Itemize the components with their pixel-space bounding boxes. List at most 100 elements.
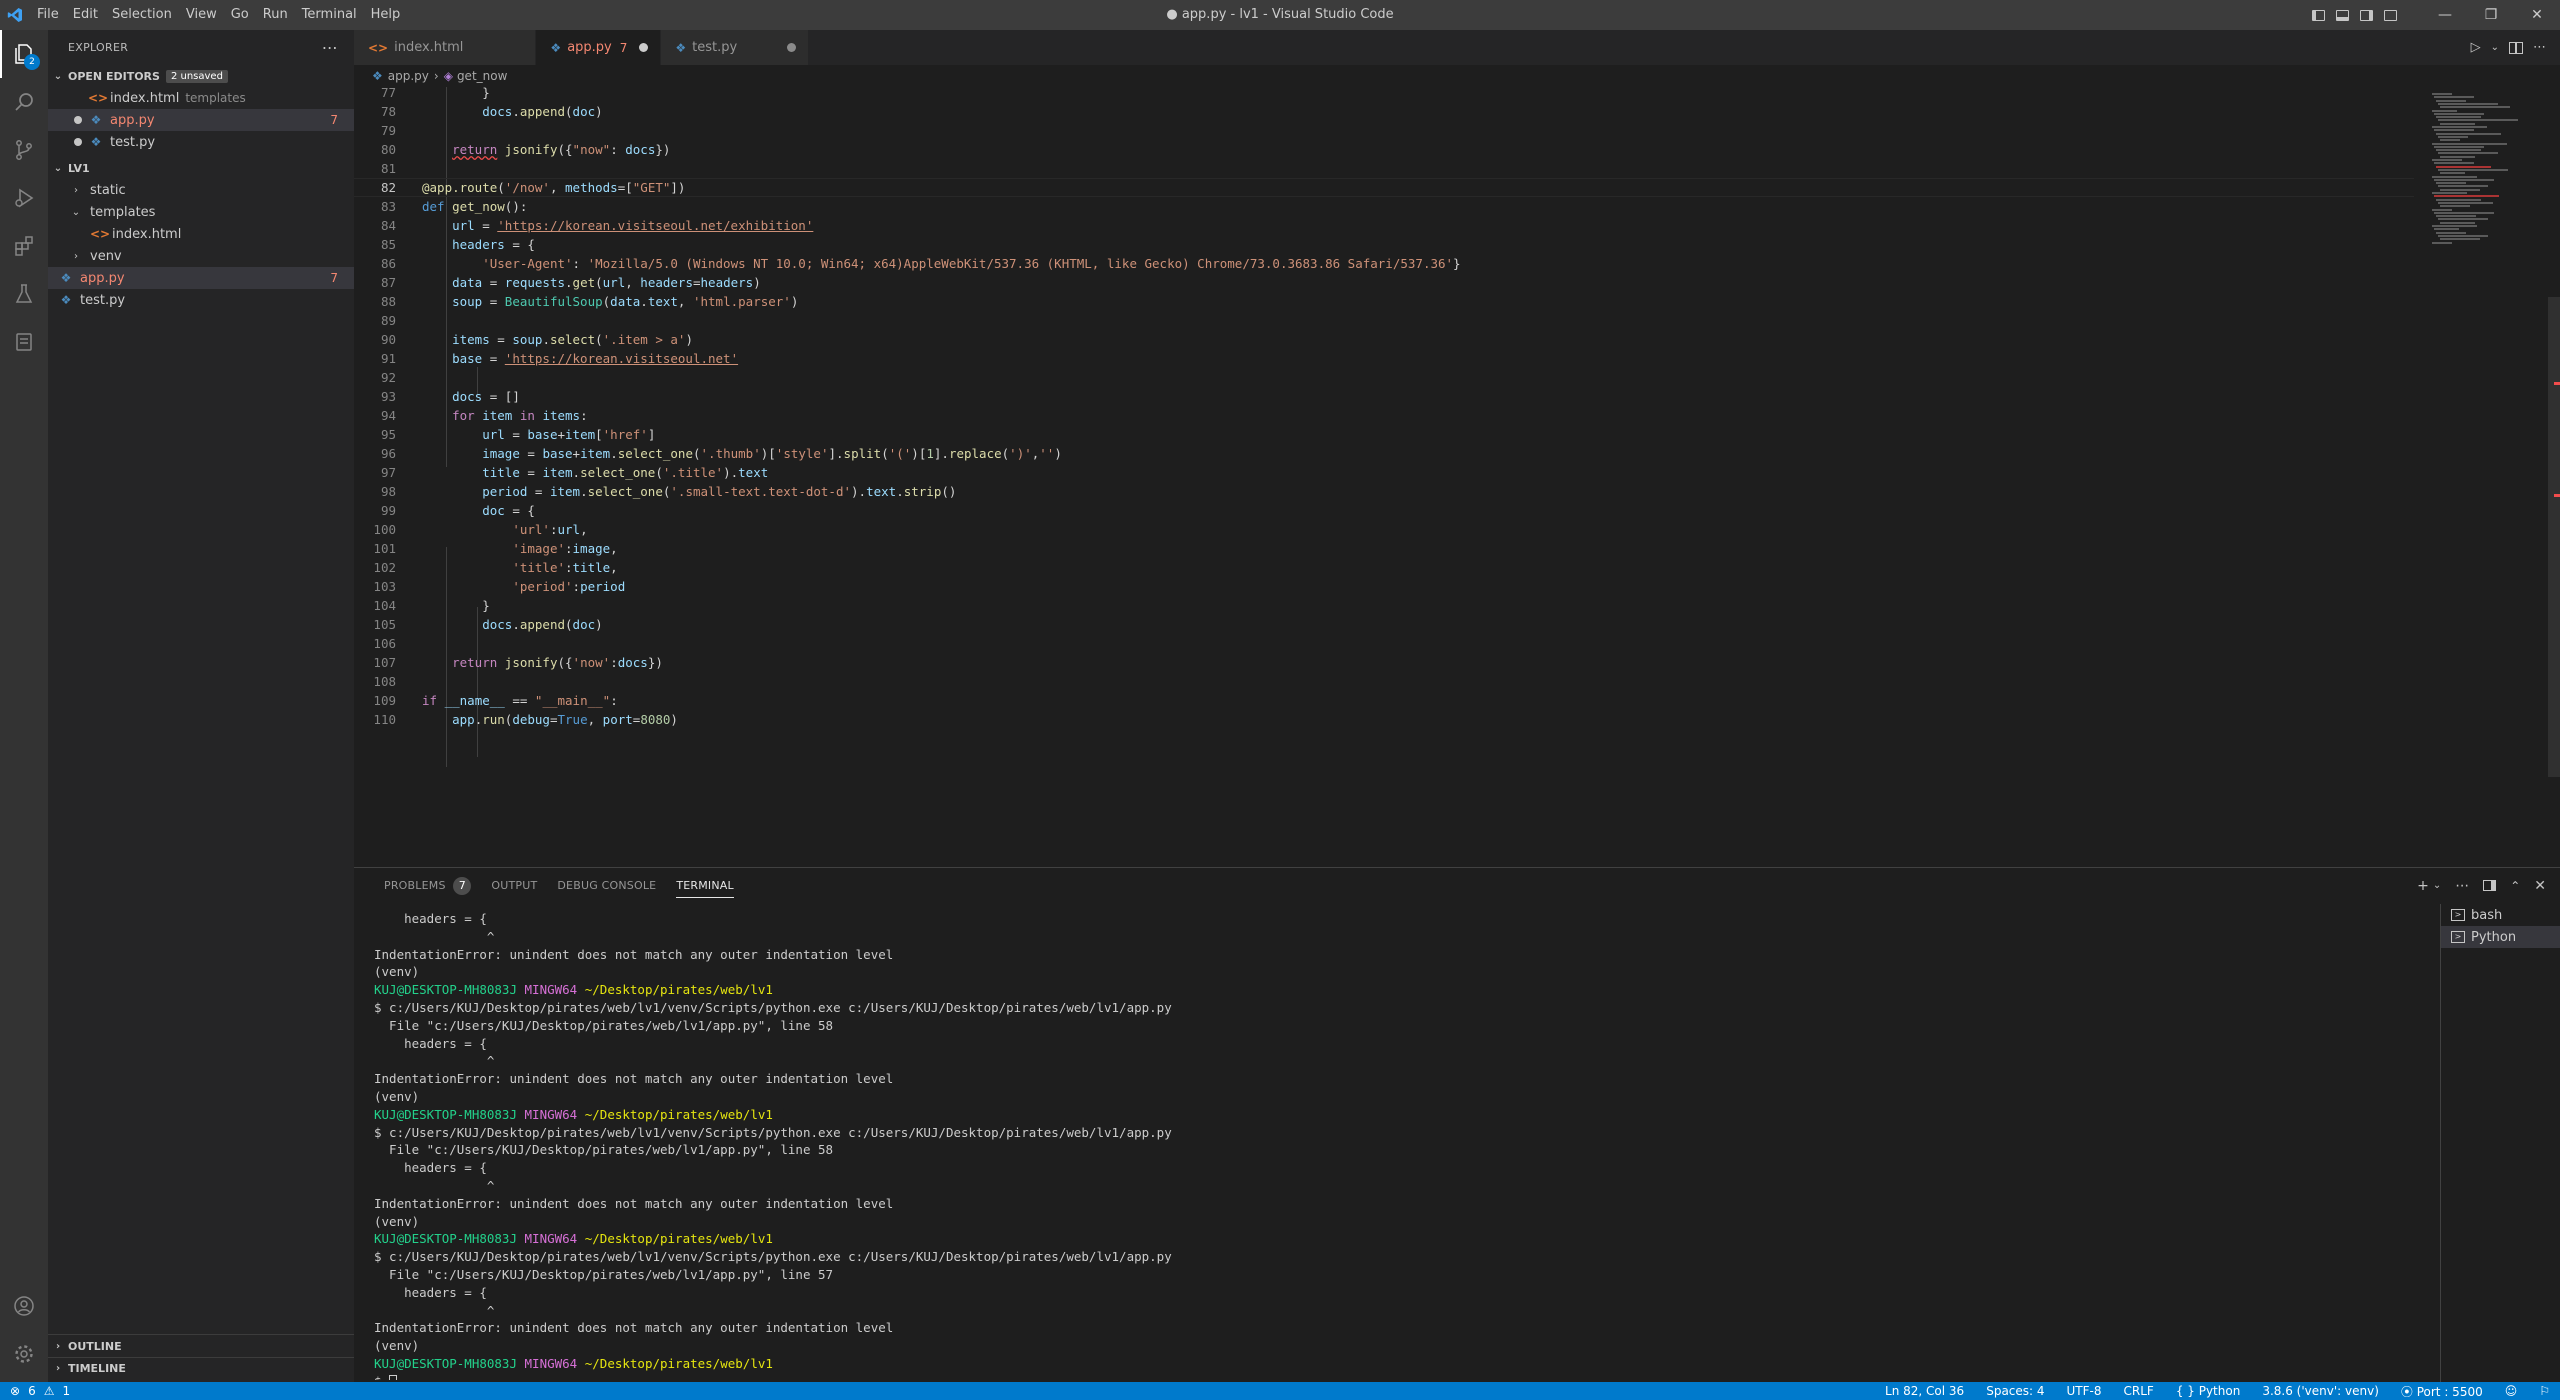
tab-problems[interactable]: PROBLEMS 7 <box>374 868 481 903</box>
menu-view[interactable]: View <box>179 0 224 30</box>
tab-terminal[interactable]: TERMINAL <box>666 868 744 903</box>
encoding[interactable]: UTF-8 <box>2067 1384 2102 1398</box>
unsaved-dot-icon[interactable] <box>639 43 649 52</box>
remote-explorer-icon[interactable] <box>0 318 48 366</box>
menu-go[interactable]: Go <box>224 0 256 30</box>
code-line[interactable]: 79 <box>354 121 396 140</box>
tab-app-py[interactable]: ❖ app.py 7 <box>536 30 662 65</box>
code-line[interactable]: 88 soup = BeautifulSoup(data.text, 'html… <box>354 292 798 311</box>
toggle-secondary-sidebar-icon[interactable] <box>2354 0 2378 30</box>
python-interpreter[interactable]: 3.8.6 ('venv': venv) <box>2262 1384 2379 1398</box>
timeline-section[interactable]: › TIMELINE <box>48 1357 354 1379</box>
split-panel-icon[interactable] <box>2483 880 2497 891</box>
minimize-button[interactable]: — <box>2422 0 2468 30</box>
code-line[interactable]: 89 <box>354 311 396 330</box>
code-line[interactable]: 100 'url':url, <box>354 520 587 539</box>
settings-gear-icon[interactable] <box>0 1330 48 1378</box>
code-line[interactable]: 83 def get_now(): <box>354 197 527 216</box>
feedback-icon[interactable]: ☺ <box>2505 1384 2518 1398</box>
code-line[interactable]: 110 app.run(debug=True, port=8080) <box>354 710 678 729</box>
tree-file-test-py[interactable]: ❖ test.py <box>48 289 354 311</box>
language-mode[interactable]: { } Python <box>2176 1384 2241 1398</box>
close-window-button[interactable]: ✕ <box>2514 0 2560 30</box>
code-line[interactable]: 95 url = base+item['href'] <box>354 425 655 444</box>
open-editor-item[interactable]: ❖ app.py 7 <box>48 109 354 131</box>
code-line[interactable]: 107 return jsonify({'now':docs}) <box>354 653 662 672</box>
customize-layout-icon[interactable] <box>2378 0 2402 30</box>
tab-debug-console[interactable]: DEBUG CONSOLE <box>547 868 666 903</box>
extensions-icon[interactable] <box>0 222 48 270</box>
more-actions-icon[interactable]: ⋯ <box>2533 40 2546 55</box>
code-editor[interactable]: 77 } 78 docs.append(doc) 79 80 return jsoni… <box>354 87 2414 867</box>
code-line[interactable]: 93 docs = [] <box>354 387 520 406</box>
code-line[interactable]: 104 } <box>354 596 489 615</box>
line-ending[interactable]: CRLF <box>2124 1384 2154 1398</box>
project-section[interactable]: ⌄ LV1 <box>48 157 354 179</box>
problems-status[interactable]: ⊗ 6 ⚠ 1 <box>0 1384 70 1398</box>
code-line[interactable]: 103 'period':period <box>354 577 625 596</box>
toggle-panel-icon[interactable] <box>2330 0 2354 30</box>
code-line[interactable]: 77 } <box>354 87 490 102</box>
code-line[interactable]: 82 @app.route('/now', methods=["GET"]) <box>354 178 686 197</box>
code-line[interactable]: 94 for item in items: <box>354 406 588 425</box>
code-line[interactable]: 87 data = requests.get(url, headers=head… <box>354 273 761 292</box>
code-line[interactable]: 92 <box>354 368 396 387</box>
code-line[interactable]: 106 <box>354 634 396 653</box>
menu-file[interactable]: File <box>30 0 66 30</box>
testing-icon[interactable] <box>0 270 48 318</box>
run-dropdown-chevron-icon[interactable]: ⌄ <box>2491 42 2499 53</box>
code-line[interactable]: 78 docs.append(doc) <box>354 102 603 121</box>
tree-file-app-py[interactable]: ❖ app.py 7 <box>48 267 354 289</box>
toggle-sidebar-icon[interactable] <box>2306 0 2330 30</box>
outline-section[interactable]: › OUTLINE <box>48 1335 354 1357</box>
new-terminal-icon[interactable]: + <box>2417 878 2429 894</box>
code-line[interactable]: 99 doc = { <box>354 501 535 520</box>
code-line[interactable]: 98 period = item.select_one('.small-text… <box>354 482 956 501</box>
minimap[interactable] <box>2420 87 2560 867</box>
tab-output[interactable]: OUTPUT <box>481 868 547 903</box>
menu-help[interactable]: Help <box>364 0 408 30</box>
terminal-output[interactable]: headers = { ^ IndentationError: unindent … <box>374 910 2464 1380</box>
code-line[interactable]: 105 docs.append(doc) <box>354 615 602 634</box>
maximize-panel-icon[interactable]: ⌃ <box>2510 879 2520 893</box>
open-editor-item[interactable]: <> index.html templates <box>48 87 354 109</box>
search-icon[interactable] <box>0 78 48 126</box>
run-python-file-icon[interactable]: ▷ <box>2471 40 2481 55</box>
code-line[interactable]: 97 title = item.select_one('.title').tex… <box>354 463 768 482</box>
breadcrumb-symbol[interactable]: get_now <box>457 69 507 83</box>
tree-folder-templates[interactable]: ⌄ templates <box>48 201 354 223</box>
code-line[interactable]: 80 return jsonify({"now": docs}) <box>354 140 670 159</box>
run-debug-icon[interactable] <box>0 174 48 222</box>
unsaved-dot-icon[interactable] <box>787 43 797 52</box>
cursor-position[interactable]: Ln 82, Col 36 <box>1885 1384 1964 1398</box>
menu-selection[interactable]: Selection <box>105 0 179 30</box>
explorer-icon[interactable]: 2 <box>0 30 48 78</box>
tree-file-index-html[interactable]: <> index.html <box>48 223 354 245</box>
code-line[interactable]: 84 url = 'https://korean.visitseoul.net/… <box>354 216 813 235</box>
code-line[interactable]: 91 base = 'https://korean.visitseoul.net… <box>354 349 738 368</box>
breadcrumb-file[interactable]: app.py <box>388 69 429 83</box>
restore-button[interactable]: ❐ <box>2468 0 2514 30</box>
code-line[interactable]: 96 image = base+item.select_one('.thumb'… <box>354 444 1062 463</box>
menu-run[interactable]: Run <box>256 0 295 30</box>
open-editors-section[interactable]: ⌄ OPEN EDITORS 2 unsaved <box>48 65 354 87</box>
notifications-bell-icon[interactable]: ⚐ <box>2539 1384 2550 1398</box>
scrollbar-slider[interactable] <box>2548 297 2560 777</box>
tree-folder-static[interactable]: › static <box>48 179 354 201</box>
close-panel-icon[interactable]: ✕ <box>2534 878 2546 894</box>
terminal-item-python[interactable]: > Python <box>2441 926 2560 948</box>
terminal-item-bash[interactable]: > bash <box>2441 904 2560 926</box>
menu-edit[interactable]: Edit <box>66 0 105 30</box>
code-line[interactable]: 85 headers = { <box>354 235 535 254</box>
menu-terminal[interactable]: Terminal <box>295 0 364 30</box>
code-line[interactable]: 108 <box>354 672 396 691</box>
code-line[interactable]: 102 'title':title, <box>354 558 617 577</box>
tab-test-py[interactable]: ❖ test.py <box>661 30 810 65</box>
tab-index-html[interactable]: <> index.html <box>354 30 537 65</box>
account-icon[interactable] <box>0 1282 48 1330</box>
code-line[interactable]: 90 items = soup.select('.item > a') <box>354 330 693 349</box>
more-actions-icon[interactable]: ⋯ <box>322 38 338 57</box>
indentation[interactable]: Spaces: 4 <box>1986 1384 2044 1398</box>
live-server-port[interactable]: ⦿ Port : 5500 <box>2401 1383 2483 1400</box>
source-control-icon[interactable] <box>0 126 48 174</box>
